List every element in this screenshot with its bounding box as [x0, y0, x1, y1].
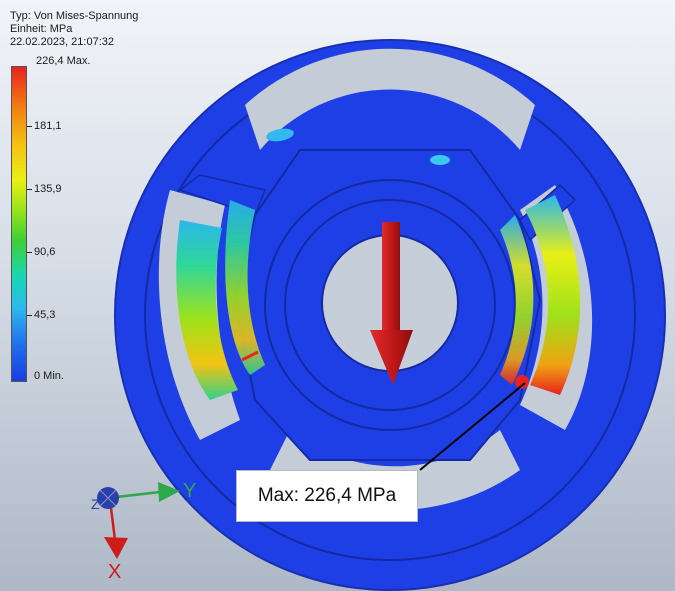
legend-level-label: 90,6	[34, 246, 56, 258]
triad-y-label: Y	[183, 480, 197, 502]
coordinate-triad[interactable]	[97, 482, 180, 559]
legend-level-label: 135,9	[34, 183, 62, 195]
legend-level-label: 45,3	[34, 309, 56, 321]
result-timestamp: 22.02.2023, 21:07:32	[10, 36, 114, 48]
legend-color-bar	[11, 66, 27, 382]
result-info: Typ: Von Mises-Spannung Einheit: MPa 22.…	[10, 10, 138, 49]
legend-level-label: 181,1	[34, 120, 62, 132]
legend-tick	[27, 126, 32, 127]
triad-x-label: X	[108, 561, 122, 583]
legend-min-label: 0 Min.	[34, 370, 64, 382]
triad-z-label: Z	[91, 496, 100, 512]
legend-tick	[27, 252, 32, 253]
result-unit: Einheit: MPa	[10, 23, 73, 35]
legend-tick	[27, 189, 32, 190]
legend-tick	[27, 315, 32, 316]
max-value-callout[interactable]: Max: 226,4 MPa	[236, 470, 418, 522]
result-type: Typ: Von Mises-Spannung	[10, 10, 139, 22]
legend-max-label: 226,4 Max.	[36, 55, 91, 67]
graphics-viewport[interactable]: Typ: Von Mises-Spannung Einheit: MPa 22.…	[0, 0, 675, 591]
